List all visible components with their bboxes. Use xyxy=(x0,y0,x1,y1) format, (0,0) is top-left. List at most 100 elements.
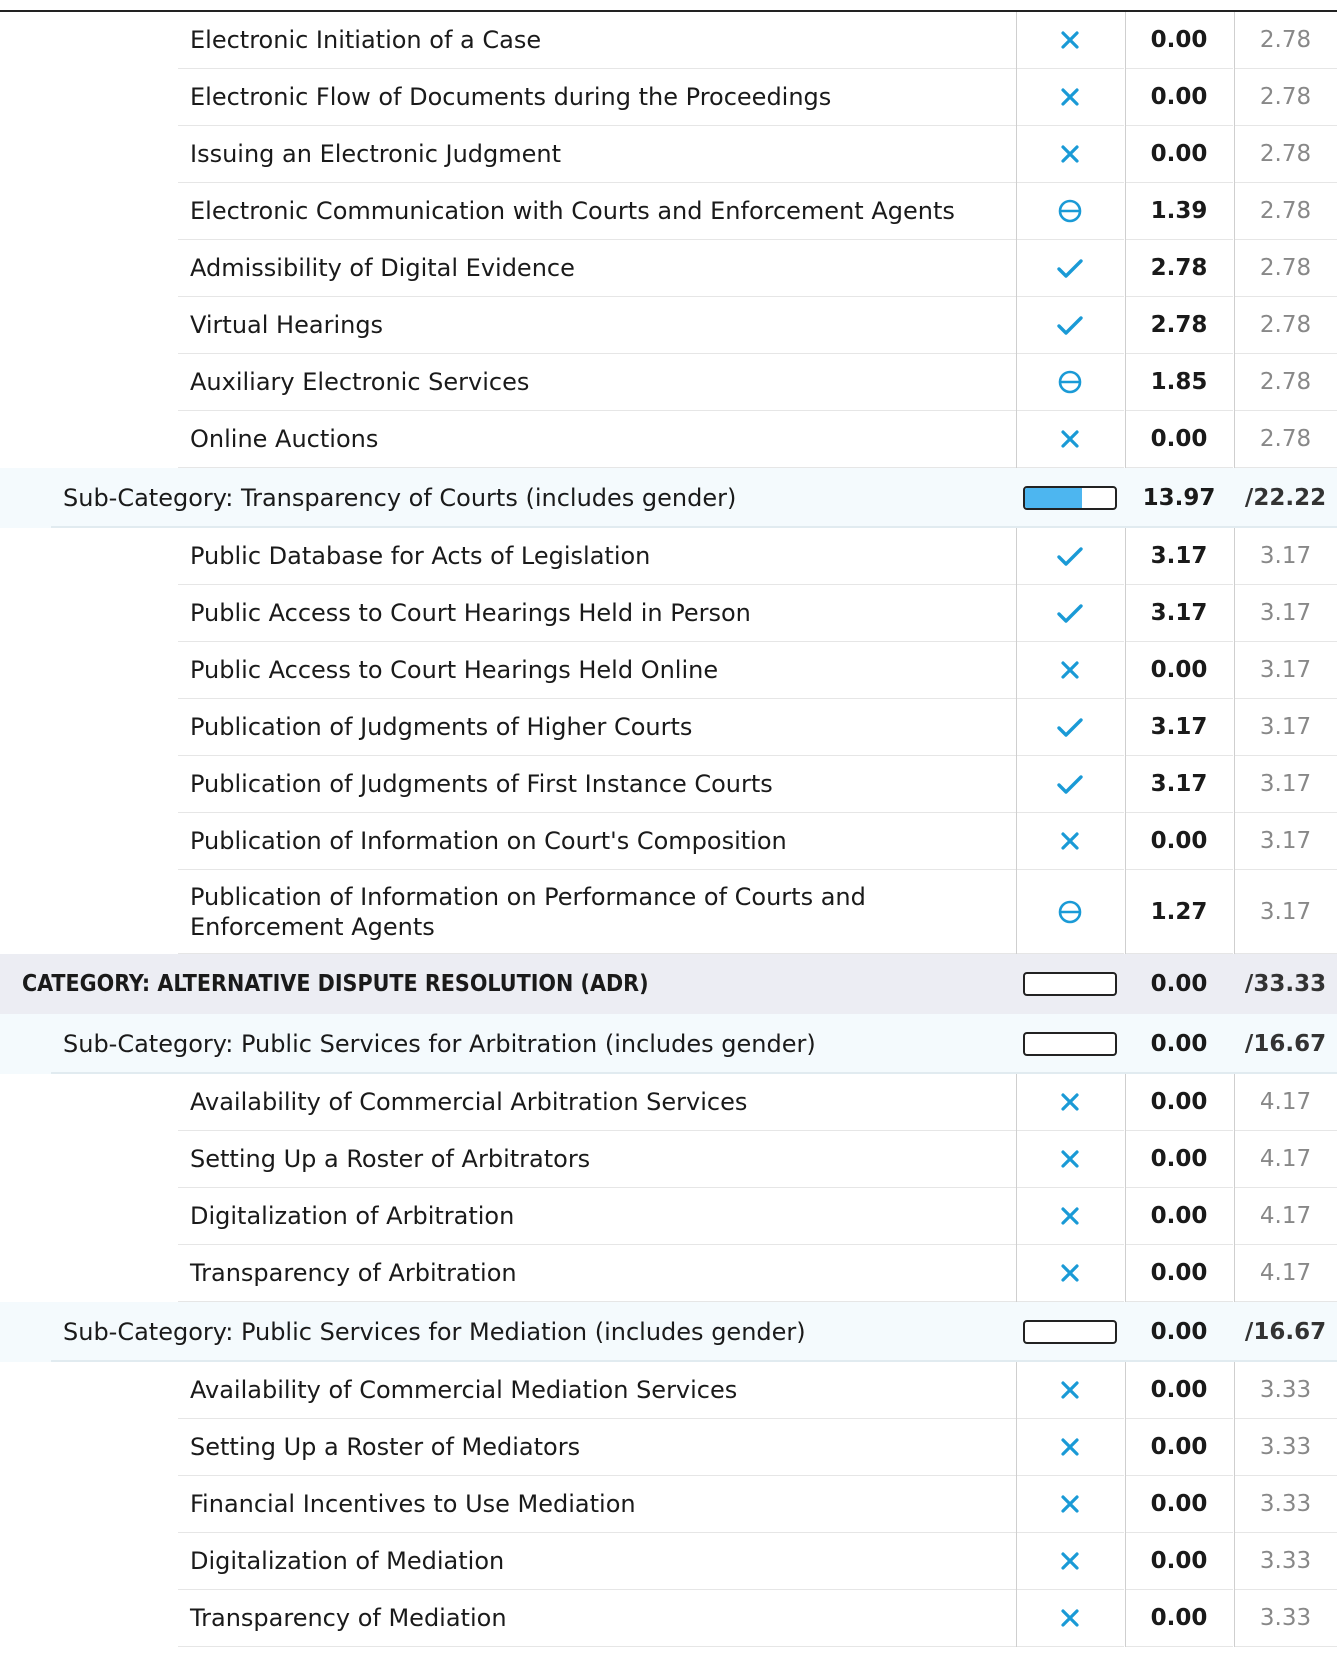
indicator-row: Financial Incentives to Use Mediation 0.0… xyxy=(0,1476,1337,1533)
progress-bar xyxy=(1016,1014,1124,1074)
column-divider xyxy=(1125,1590,1126,1647)
indicator-label: Publication of Information on Court's Co… xyxy=(190,827,787,855)
column-divider xyxy=(1125,1419,1126,1476)
subcategory-row: Sub-Category: Public Services for Arbitr… xyxy=(0,1014,1337,1074)
indicator-row: Public Database for Acts of Legislation 3… xyxy=(0,528,1337,585)
check-icon xyxy=(1016,240,1124,297)
column-divider xyxy=(1234,240,1235,297)
column-divider xyxy=(1234,1074,1235,1131)
column-divider xyxy=(1016,699,1017,756)
column-divider xyxy=(1125,585,1126,642)
column-divider xyxy=(1125,813,1126,870)
score-value: 2.78 xyxy=(1125,297,1233,354)
column-divider xyxy=(1016,1476,1017,1533)
column-divider xyxy=(1125,1245,1126,1302)
indicator-label: Digitalization of Mediation xyxy=(190,1547,505,1575)
subcategory-label: Sub-Category: Public Services for Arbitr… xyxy=(63,1029,816,1058)
column-divider xyxy=(1125,699,1126,756)
column-divider xyxy=(1016,1188,1017,1245)
max-value: 3.17 xyxy=(1234,756,1337,813)
indicator-row: Public Access to Court Hearings Held Onl… xyxy=(0,642,1337,699)
column-divider xyxy=(1125,126,1126,183)
column-divider xyxy=(1234,297,1235,354)
indicator-label: Virtual Hearings xyxy=(190,311,384,339)
cross-icon xyxy=(1016,1476,1124,1533)
column-divider xyxy=(1125,1362,1126,1419)
column-divider xyxy=(1016,183,1017,240)
column-divider xyxy=(1125,1533,1126,1590)
score-value: 1.27 xyxy=(1125,870,1233,954)
column-divider xyxy=(1234,1188,1235,1245)
cross-icon xyxy=(1016,1074,1124,1131)
cross-icon xyxy=(1016,1188,1124,1245)
column-divider xyxy=(1125,1476,1126,1533)
cross-icon xyxy=(1016,1245,1124,1302)
indicator-row: Electronic Communication with Courts and… xyxy=(0,183,1337,240)
indicator-row: Admissibility of Digital Evidence 2.78 2.7… xyxy=(0,240,1337,297)
indicator-label: Publication of Information on Performanc… xyxy=(190,883,866,941)
max-value: 2.78 xyxy=(1234,12,1337,69)
check-icon xyxy=(1016,585,1124,642)
indicator-row: Transparency of Arbitration 0.00 4.17 xyxy=(0,1245,1337,1302)
max-value: 2.78 xyxy=(1234,297,1337,354)
subcategory-label: Sub-Category: Transparency of Courts (in… xyxy=(63,483,737,512)
score-value: 3.17 xyxy=(1125,756,1233,813)
column-divider xyxy=(1234,1590,1235,1647)
max-value: 2.78 xyxy=(1234,183,1337,240)
indicator-row: Publication of Information on Court's Co… xyxy=(0,813,1337,870)
column-divider xyxy=(1234,699,1235,756)
column-divider xyxy=(1234,1419,1235,1476)
column-divider xyxy=(1016,411,1017,468)
column-divider xyxy=(1125,354,1126,411)
column-divider xyxy=(1234,585,1235,642)
column-divider xyxy=(1234,1362,1235,1419)
check-icon xyxy=(1016,699,1124,756)
column-divider xyxy=(1016,69,1017,126)
max-value: 3.17 xyxy=(1234,699,1337,756)
column-divider xyxy=(1016,585,1017,642)
score-value: 0.00 xyxy=(1125,126,1233,183)
indicator-label: Transparency of Mediation xyxy=(190,1604,507,1632)
column-divider xyxy=(1016,1362,1017,1419)
indicator-label: Publication of Judgments of Higher Court… xyxy=(190,713,693,741)
indicator-label: Admissibility of Digital Evidence xyxy=(190,254,575,282)
score-value: 0.00 xyxy=(1125,1188,1233,1245)
column-divider xyxy=(1234,69,1235,126)
column-divider xyxy=(1016,642,1017,699)
score-value: 0.00 xyxy=(1125,1476,1233,1533)
indicator-row: Availability of Commercial Arbitration S… xyxy=(0,1074,1337,1131)
indicator-row: Digitalization of Mediation 0.00 3.33 xyxy=(0,1533,1337,1590)
score-value: 0.00 xyxy=(1125,1533,1233,1590)
cross-icon xyxy=(1016,1362,1124,1419)
max-value: 3.17 xyxy=(1234,642,1337,699)
cross-icon xyxy=(1016,12,1124,69)
column-divider xyxy=(1125,12,1126,69)
max-value: 4.17 xyxy=(1234,1074,1337,1131)
score-value: 0.00 xyxy=(1125,69,1233,126)
partial-icon xyxy=(1016,354,1124,411)
indicator-label: Auxiliary Electronic Services xyxy=(190,368,530,396)
score-value: 0.00 xyxy=(1125,1074,1233,1131)
subcategory-label: Sub-Category: Public Services for Mediat… xyxy=(63,1317,806,1346)
column-divider xyxy=(1016,870,1017,954)
progress-bar-track xyxy=(1023,972,1117,996)
column-divider xyxy=(1234,354,1235,411)
column-divider xyxy=(1234,1476,1235,1533)
column-divider xyxy=(1016,1419,1017,1476)
progress-bar xyxy=(1016,468,1124,528)
column-divider xyxy=(1016,756,1017,813)
row-divider xyxy=(178,1646,1018,1647)
indicator-label: Availability of Commercial Arbitration S… xyxy=(190,1088,748,1116)
score-value: 0.00 xyxy=(1125,642,1233,699)
progress-bar-track xyxy=(1023,486,1117,510)
max-value: 2.78 xyxy=(1234,411,1337,468)
score-value: 3.17 xyxy=(1125,699,1233,756)
max-value: 3.17 xyxy=(1234,870,1337,954)
progress-bar-fill xyxy=(1025,488,1082,508)
max-value: 3.33 xyxy=(1234,1590,1337,1647)
partial-icon xyxy=(1016,183,1124,240)
max-value: 4.17 xyxy=(1234,1245,1337,1302)
column-divider xyxy=(1016,126,1017,183)
score-value: 0.00 xyxy=(1125,1362,1233,1419)
score-value: 0.00 xyxy=(1125,1245,1233,1302)
